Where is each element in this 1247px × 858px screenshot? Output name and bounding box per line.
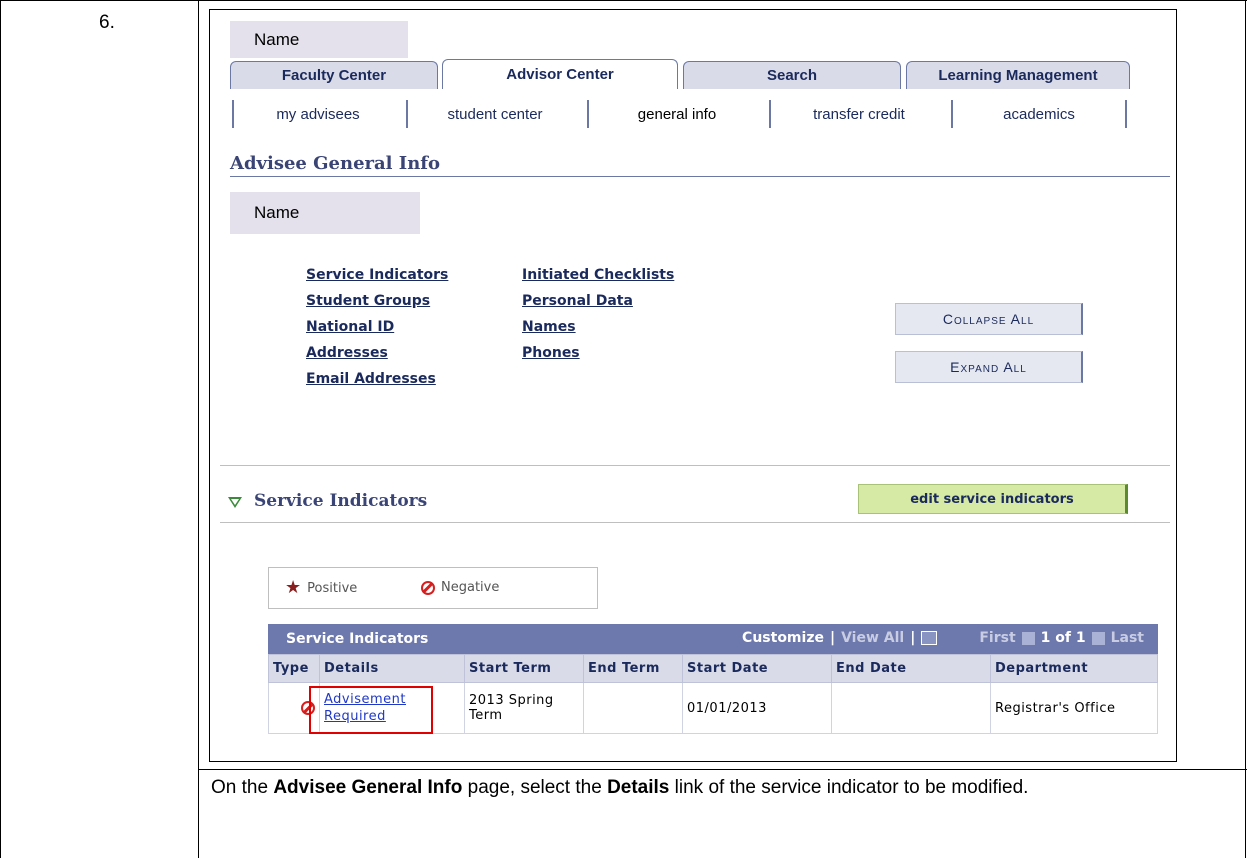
- link-phones[interactable]: Phones: [522, 345, 580, 361]
- page-title: Advisee General Info: [230, 153, 441, 174]
- negative-icon: [421, 580, 435, 595]
- link-initiated-checklists[interactable]: Initiated Checklists: [522, 267, 674, 283]
- screenshot-frame: Name Faculty Center Advisor Center Searc…: [209, 9, 1177, 762]
- subtab-transfer-credit[interactable]: transfer credit: [769, 100, 947, 128]
- col-end-term: End Term: [583, 654, 683, 683]
- table-column-divider: [198, 0, 199, 858]
- section-title: Service Indicators: [254, 491, 428, 511]
- legend-positive: ★ Positive: [285, 577, 358, 598]
- expand-all-button[interactable]: Expand All: [895, 351, 1083, 383]
- link-email-addresses[interactable]: Email Addresses: [306, 371, 436, 387]
- last-link: Last: [1110, 630, 1144, 646]
- col-details: Details: [319, 654, 465, 683]
- tab-search[interactable]: Search: [683, 61, 901, 89]
- previous-arrow-icon: [1021, 631, 1035, 645]
- collapse-triangle-icon[interactable]: [228, 497, 242, 508]
- subtab-student-center[interactable]: student center: [406, 100, 582, 128]
- col-end-date: End Date: [831, 654, 991, 683]
- range-text: 1 of 1: [1040, 630, 1086, 646]
- grid-title: Service Indicators: [286, 631, 429, 647]
- first-link: First: [979, 630, 1016, 646]
- department-cell: Registrar's Office: [990, 682, 1158, 734]
- section-divider-bottom: [220, 522, 1170, 523]
- step-number: 6.: [99, 12, 115, 33]
- link-service-indicators[interactable]: Service Indicators: [306, 267, 448, 283]
- end-term-cell: [583, 682, 683, 734]
- col-start-date: Start Date: [682, 654, 832, 683]
- grid-header: Service Indicators Customize | View All …: [268, 624, 1158, 654]
- table-top-border: [0, 0, 1247, 1]
- legend-box: ★ Positive Negative: [268, 567, 598, 609]
- table-left-border: [0, 0, 1, 858]
- link-national-id[interactable]: National ID: [306, 319, 394, 335]
- col-start-term: Start Term: [464, 654, 584, 683]
- section-divider-top: [220, 465, 1170, 466]
- table-row-divider: [199, 769, 1247, 770]
- subtab-academics[interactable]: academics: [951, 100, 1127, 128]
- highlight-box: [309, 686, 433, 734]
- separator: |: [910, 630, 916, 646]
- start-date-cell: 01/01/2013: [682, 682, 832, 734]
- legend-negative: Negative: [421, 580, 499, 595]
- name-label-top: Name: [230, 21, 408, 58]
- legend-negative-label: Negative: [441, 580, 500, 595]
- subtab-my-advisees[interactable]: my advisees: [232, 100, 402, 128]
- instruction-middle: page, select the: [462, 777, 608, 798]
- instruction-link-name: Details: [607, 777, 670, 798]
- name-label: Name: [230, 192, 420, 234]
- grid-column-headers: Type Details Start Term End Term Start D…: [268, 654, 1158, 683]
- instruction-suffix: link of the service indicator to be modi…: [669, 777, 1029, 798]
- instruction-page-name: Advisee General Info: [273, 777, 463, 798]
- edit-service-indicators-button[interactable]: edit service indicators: [858, 484, 1128, 514]
- tab-learning-management[interactable]: Learning Management: [906, 61, 1130, 89]
- star-icon: ★: [285, 577, 302, 598]
- link-addresses[interactable]: Addresses: [306, 345, 388, 361]
- instruction-prefix: On the: [211, 777, 274, 798]
- collapse-all-button[interactable]: Collapse All: [895, 303, 1083, 335]
- link-names[interactable]: Names: [522, 319, 576, 335]
- instruction-text: On the Advisee General Info page, select…: [211, 774, 1111, 801]
- next-arrow-icon: [1091, 631, 1105, 645]
- link-personal-data[interactable]: Personal Data: [522, 293, 633, 309]
- grid-nav: Customize | View All | First 1 of 1 Last: [742, 630, 1144, 646]
- tab-advisor-center[interactable]: Advisor Center: [442, 59, 678, 89]
- start-term-cell: 2013 Spring Term: [464, 682, 584, 734]
- separator: |: [829, 630, 836, 646]
- end-date-cell: [831, 682, 991, 734]
- view-all-link[interactable]: View All: [841, 630, 904, 646]
- link-student-groups[interactable]: Student Groups: [306, 293, 430, 309]
- tab-faculty-center[interactable]: Faculty Center: [230, 61, 438, 89]
- col-department: Department: [990, 654, 1158, 683]
- zoom-grid-icon[interactable]: [921, 631, 938, 645]
- legend-positive-label: Positive: [307, 580, 358, 596]
- customize-link[interactable]: Customize: [742, 630, 824, 646]
- subtab-general-info[interactable]: general info: [587, 100, 765, 128]
- title-divider: [230, 176, 1170, 177]
- col-type: Type: [268, 654, 320, 683]
